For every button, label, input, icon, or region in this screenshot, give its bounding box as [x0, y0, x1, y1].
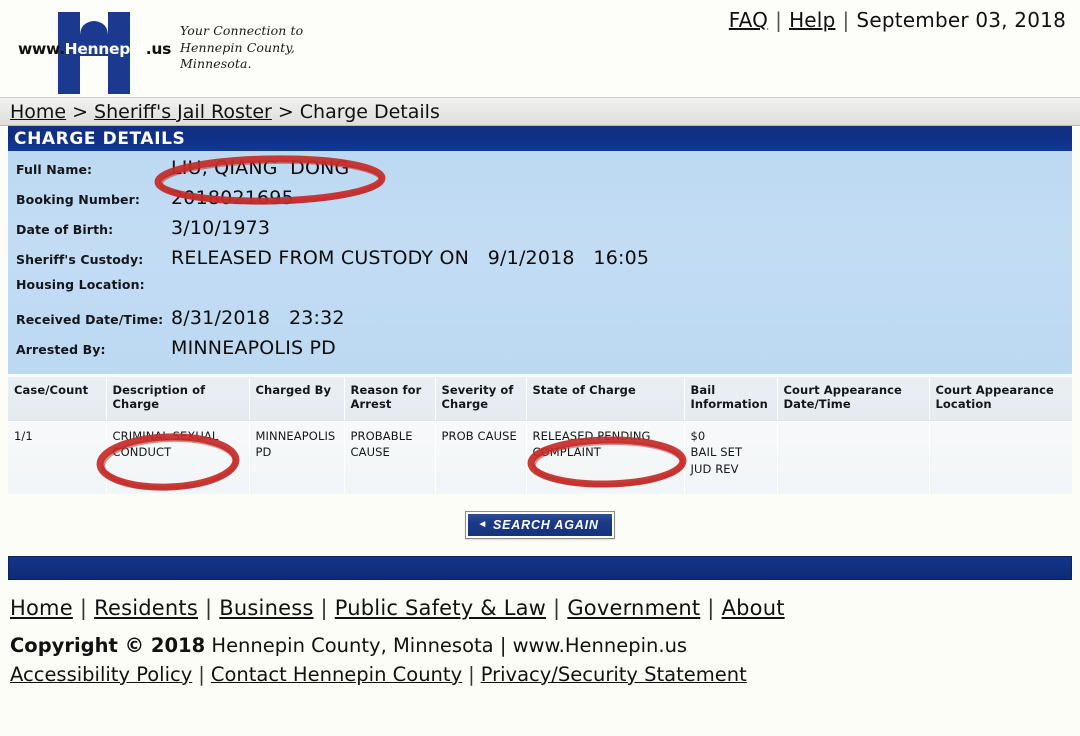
detail-row-received-date-time: Received Date/Time: 8/31/2018 23:32 — [8, 307, 1072, 337]
col-state-of-charge: State of Charge — [526, 377, 685, 421]
cell-description-text: CRIMINAL SEXUAL CONDUCT — [112, 428, 219, 460]
site-header: www.Hennepin.us Your Connection to Henne… — [0, 0, 1080, 97]
button-zone: ◄ SEARCH AGAIN — [0, 494, 1080, 556]
footer-nav-sep-5: | — [707, 595, 715, 620]
footer-link-about[interactable]: About — [722, 596, 785, 620]
footer-link-public-safety-law[interactable]: Public Safety & Law — [335, 596, 546, 620]
cell-state: RELEASED PENDING COMPLAINT — [526, 420, 685, 494]
label-date-of-birth: Date of Birth: — [16, 222, 114, 237]
logo-h-mark: www.Hennepin.us — [18, 6, 171, 94]
footer-link-home[interactable]: Home — [10, 596, 73, 620]
footer-links-sep-2: | — [468, 662, 475, 686]
cell-bail-text: $0 BAIL SET JUD REV — [690, 428, 743, 477]
breadcrumb-sep-2: > — [277, 100, 294, 123]
cell-court-location — [929, 420, 1072, 494]
footer-nav: Home | Residents | Business | Public Safety & … — [10, 596, 1070, 620]
back-arrow-icon: ◄ — [477, 519, 489, 531]
cell-description: CRIMINAL SEXUAL CONDUCT — [106, 420, 250, 494]
search-again-button[interactable]: ◄ SEARCH AGAIN — [465, 510, 615, 539]
value-date-of-birth: 3/10/1973 — [171, 217, 271, 239]
footer-secondary-links: Accessibility Policy | Contact Hennepin Co… — [10, 663, 1070, 686]
col-court-appearance-location: Court Appearance Location — [929, 377, 1072, 421]
col-bail-information: Bail Information — [684, 377, 778, 421]
footer-link-accessibility-policy[interactable]: Accessibility Policy — [10, 663, 192, 686]
copyright-line: Copyright © 2018 Hennepin County, Minnes… — [10, 634, 1070, 657]
cell-case-count: 1/1 — [8, 420, 107, 494]
footer-link-contact-hennepin-county[interactable]: Contact Hennepin County — [211, 663, 462, 686]
label-sheriffs-custody: Sheriff's Custody: — [16, 252, 144, 267]
cell-bail: $0 BAIL SET JUD REV — [684, 420, 778, 494]
footer-nav-sep-2: | — [205, 595, 213, 620]
breadcrumb-home[interactable]: Home — [10, 101, 66, 123]
col-description-of-charge: Description of Charge — [106, 377, 250, 421]
header-sep-1: | — [775, 8, 783, 32]
detail-row-date-of-birth: Date of Birth: 3/10/1973 — [8, 217, 1072, 247]
value-full-name: LIU, QIANG DONG — [171, 157, 350, 179]
logo-tagline: Your Connection to Hennepin County, Minn… — [180, 23, 304, 71]
hennepin-logo[interactable]: www.Hennepin.us Your Connection to Henne… — [18, 6, 304, 94]
cell-state-text: RELEASED PENDING COMPLAINT — [532, 428, 651, 460]
header-sep-2: | — [842, 8, 850, 32]
breadcrumb-sep-1: > — [72, 100, 89, 123]
col-reason-for-arrest: Reason for Arrest — [344, 377, 436, 421]
col-severity-of-charge: Severity of Charge — [435, 377, 527, 421]
breadcrumb-current: Charge Details — [299, 100, 440, 123]
logo-url-text: www.Hennepin.us — [18, 40, 172, 58]
table-header-row: Case/Count Description of Charge Charged… — [8, 377, 1072, 421]
value-booking-number: 2018021695 — [171, 187, 294, 209]
footer-link-business[interactable]: Business — [219, 596, 313, 620]
cell-case-count-text: 1/1 — [14, 428, 33, 443]
detail-row-full-name: Full Name: LIU, QIANG DONG — [8, 157, 1072, 187]
page-title-bar: CHARGE DETAILS — [8, 126, 1072, 151]
cell-court-datetime — [777, 420, 930, 494]
header-date: September 03, 2018 — [856, 8, 1066, 32]
cell-severity: PROB CAUSE — [435, 420, 527, 494]
faq-link[interactable]: FAQ — [729, 8, 768, 32]
detail-row-sheriffs-custody: Sheriff's Custody: RELEASED FROM CUSTODY… — [8, 247, 1072, 277]
charge-table: Case/Count Description of Charge Charged… — [8, 377, 1072, 494]
footer-nav-sep-1: | — [79, 595, 88, 620]
label-full-name: Full Name: — [16, 162, 93, 177]
page-title: CHARGE DETAILS — [14, 128, 186, 149]
breadcrumb-jail-roster[interactable]: Sheriff's Jail Roster — [94, 101, 272, 123]
value-arrested-by: MINNEAPOLIS PD — [171, 337, 337, 359]
footer-link-government[interactable]: Government — [567, 596, 700, 620]
label-housing-location: Housing Location: — [16, 277, 145, 292]
footer-links-sep-1: | — [198, 662, 205, 686]
footer-link-privacy-security-statement[interactable]: Privacy/Security Statement — [481, 663, 747, 686]
value-received-date-time: 8/31/2018 23:32 — [171, 307, 345, 329]
footer-link-residents[interactable]: Residents — [94, 596, 198, 620]
col-court-appearance-datetime: Court Appearance Date/Time — [777, 377, 930, 421]
help-link[interactable]: Help — [789, 8, 835, 32]
label-received-date-time: Received Date/Time: — [16, 312, 164, 327]
copyright-bold: Copyright © 2018 — [10, 633, 206, 657]
cell-reason-text: PROBABLE CAUSE — [350, 428, 413, 460]
cell-reason: PROBABLE CAUSE — [344, 420, 436, 494]
detail-row-booking-number: Booking Number: 2018021695 — [8, 187, 1072, 217]
detail-row-housing-location: Housing Location: — [8, 277, 1072, 307]
table-row: 1/1 CRIMINAL SEXUAL CONDUCT MINNEAPOLIS … — [8, 420, 1072, 494]
inmate-detail-panel: Full Name: LIU, QIANG DONG Booking Numbe… — [8, 151, 1072, 374]
label-arrested-by: Arrested By: — [16, 342, 106, 357]
footer-nav-sep-3: | — [320, 595, 328, 620]
footer-nav-sep-4: | — [553, 595, 561, 620]
breadcrumb: Home > Sheriff's Jail Roster > Charge De… — [0, 97, 1080, 126]
search-again-label: SEARCH AGAIN — [493, 517, 599, 532]
copyright-rest: Hennepin County, Minnesota | www.Hennepi… — [205, 633, 688, 657]
label-booking-number: Booking Number: — [16, 192, 140, 207]
cell-charged-by-text: MINNEAPOLIS PD — [255, 428, 336, 460]
col-charged-by: Charged By — [249, 377, 345, 421]
value-sheriffs-custody: RELEASED FROM CUSTODY ON 9/1/2018 16:05 — [171, 247, 650, 269]
detail-row-arrested-by: Arrested By: MINNEAPOLIS PD — [8, 337, 1072, 367]
site-footer: Home | Residents | Business | Public Safety & … — [0, 580, 1080, 686]
cell-severity-text: PROB CAUSE — [441, 428, 517, 443]
cell-charged-by: MINNEAPOLIS PD — [249, 420, 345, 494]
footer-divider-bar — [8, 555, 1072, 580]
header-utility-nav: FAQ | Help | September 03, 2018 — [729, 8, 1066, 32]
col-case-count: Case/Count — [8, 377, 107, 421]
